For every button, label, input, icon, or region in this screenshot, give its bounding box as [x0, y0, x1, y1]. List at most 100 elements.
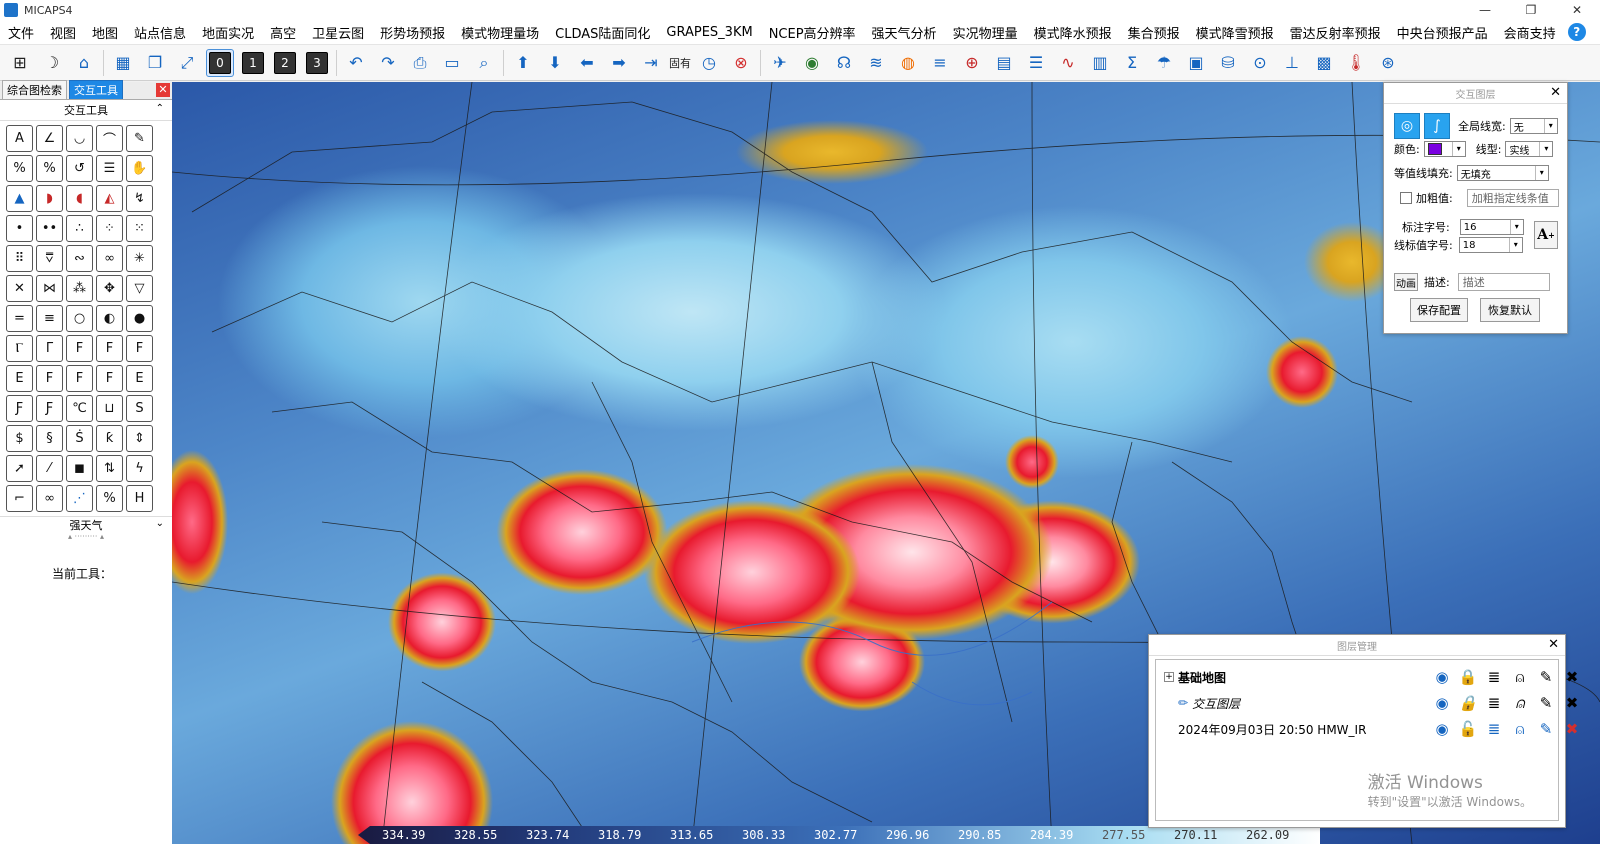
- close-panel-icon[interactable]: ✕: [156, 83, 170, 97]
- drizzle-tool-icon[interactable]: ⩢: [36, 245, 63, 272]
- arrow-down-icon[interactable]: ⬇: [542, 50, 568, 76]
- print-icon[interactable]: ⎙: [407, 50, 433, 76]
- percent-x-tool-icon[interactable]: %: [96, 485, 123, 512]
- station-icon[interactable]: ⊥: [1279, 50, 1305, 76]
- dot-2-tool-icon[interactable]: ••: [36, 215, 63, 242]
- stamp-icon[interactable]: ▩: [1311, 50, 1337, 76]
- barb-8-tool-icon[interactable]: F: [66, 365, 93, 392]
- circle-tool-icon[interactable]: ○: [66, 305, 93, 332]
- layout-grid-icon[interactable]: ▦: [110, 50, 136, 76]
- curve-tool-icon[interactable]: ⌒: [96, 125, 123, 152]
- globe-icon[interactable]: ◍: [895, 50, 921, 76]
- tab-search[interactable]: 综合图检索: [2, 80, 67, 99]
- text-tool-icon[interactable]: A: [6, 125, 33, 152]
- arc-tool-icon[interactable]: ◡: [66, 125, 93, 152]
- s-arrow-tool-icon[interactable]: Ṡ: [66, 425, 93, 452]
- lines-tool-icon[interactable]: ☰: [96, 155, 123, 182]
- menu-severe-weather[interactable]: 强天气分析: [864, 23, 945, 42]
- tab-interactive-tools[interactable]: 交互工具: [69, 80, 123, 99]
- eye-icon[interactable]: ◉: [1430, 718, 1454, 740]
- stationary-front-tool-icon[interactable]: ◭: [96, 185, 123, 212]
- pen-tool-icon[interactable]: ⁄: [36, 455, 63, 482]
- equal-tool-icon[interactable]: =: [6, 305, 33, 332]
- redo-icon[interactable]: ↷: [375, 50, 401, 76]
- occluded-front-tool-icon[interactable]: ◖: [66, 185, 93, 212]
- desc-input[interactable]: 描述: [1457, 273, 1550, 291]
- fog-tool-icon[interactable]: ✥: [96, 275, 123, 302]
- menu-model-physics[interactable]: 模式物理量场: [453, 23, 547, 42]
- snow-tool-icon[interactable]: ✳: [126, 245, 153, 272]
- expand-strong-weather-icon[interactable]: ⌄: [156, 518, 164, 529]
- minimize-button[interactable]: —: [1462, 0, 1508, 20]
- menu-upper-air[interactable]: 高空: [262, 23, 304, 42]
- tornado-icon[interactable]: ≋: [863, 50, 889, 76]
- menu-satellite[interactable]: 卫星云图: [304, 23, 372, 42]
- updown-tool-icon[interactable]: ⇕: [126, 425, 153, 452]
- delete-icon[interactable]: ✖: [1560, 692, 1584, 714]
- degree-tool-icon[interactable]: ℃: [66, 395, 93, 422]
- delete-icon[interactable]: ✖: [1560, 718, 1584, 740]
- hail-tool-icon[interactable]: ⁂: [66, 275, 93, 302]
- global-linewidth-select[interactable]: 无 ▾: [1509, 118, 1558, 134]
- menu-cldas[interactable]: CLDAS陆面同化: [547, 23, 658, 42]
- splitter-grip[interactable]: ▴ ········· ▴: [0, 533, 172, 541]
- menu-model-precip[interactable]: 模式降水预报: [1026, 23, 1120, 42]
- edit-icon[interactable]: ✎: [1534, 718, 1558, 740]
- time-level-2-button[interactable]: 2: [272, 50, 298, 76]
- warm-front-tool-icon[interactable]: ◗: [36, 185, 63, 212]
- arrow-up-icon[interactable]: ⬆: [510, 50, 536, 76]
- save-config-button[interactable]: 保存配置: [1410, 298, 1468, 322]
- barb-12-tool-icon[interactable]: Ƒ: [36, 395, 63, 422]
- stop-icon[interactable]: ⊗: [728, 50, 754, 76]
- bold-checkbox[interactable]: [1400, 192, 1412, 204]
- stats-icon[interactable]: ☰: [1023, 50, 1049, 76]
- layers-icon[interactable]: ≡: [927, 50, 953, 76]
- triple-line-tool-icon[interactable]: ≡: [36, 305, 63, 332]
- s-alt-tool-icon[interactable]: §: [36, 425, 63, 452]
- undo-icon[interactable]: ↶: [343, 50, 369, 76]
- calculator-icon[interactable]: ▥: [1087, 50, 1113, 76]
- menu-station-info[interactable]: 站点信息: [126, 23, 194, 42]
- arrow-left-icon[interactable]: ⬅: [574, 50, 600, 76]
- arrows-tool-icon[interactable]: ⇅: [96, 455, 123, 482]
- fill-shape-tool-icon[interactable]: ◼: [66, 455, 93, 482]
- contour-mode-icon[interactable]: ◎: [1394, 113, 1420, 139]
- line-chart-icon[interactable]: ∿: [1055, 50, 1081, 76]
- half-circle-tool-icon[interactable]: ◐: [96, 305, 123, 332]
- collapse-icon[interactable]: ⌃: [156, 103, 164, 114]
- open-folder-icon[interactable]: ▭: [439, 50, 465, 76]
- menu-consultation[interactable]: 会商支持: [1496, 23, 1564, 42]
- close-window-button[interactable]: ✕: [1554, 0, 1600, 20]
- close-layer-manager-icon[interactable]: ✕: [1548, 637, 1559, 652]
- sand-tool-icon[interactable]: ✕: [6, 275, 33, 302]
- eye-icon[interactable]: ◉: [1430, 692, 1454, 714]
- menu-map[interactable]: 地图: [84, 23, 126, 42]
- database-icon[interactable]: ⛁: [1215, 50, 1241, 76]
- menu-ensemble[interactable]: 集合预报: [1120, 23, 1188, 42]
- mouse-icon[interactable]: ⍝: [1508, 666, 1532, 688]
- dot-1-tool-icon[interactable]: •: [6, 215, 33, 242]
- grid-dots-tool-icon[interactable]: ⠿: [6, 245, 33, 272]
- menu-radar-forecast[interactable]: 雷达反射率预报: [1282, 23, 1389, 42]
- percent-alt-tool-icon[interactable]: %: [36, 155, 63, 182]
- time-level-0-button[interactable]: 0: [206, 48, 234, 77]
- clock-icon[interactable]: ◷: [696, 50, 722, 76]
- layer-row[interactable]: ✏ 交互图层 ◉ 🔒 ≣ ⍝ ✎ ✖: [1164, 690, 1578, 716]
- barb-6-tool-icon[interactable]: E: [6, 365, 33, 392]
- lock-icon[interactable]: 🔒: [1456, 692, 1480, 714]
- squall-tool-icon[interactable]: ∞: [96, 245, 123, 272]
- restore-button[interactable]: ❐: [1508, 0, 1554, 20]
- barb-11-tool-icon[interactable]: Ƒ: [6, 395, 33, 422]
- home-icon[interactable]: ⌂: [71, 50, 97, 76]
- infinity-tool-icon[interactable]: ∞: [36, 485, 63, 512]
- dot-4-tool-icon[interactable]: ⁘: [96, 215, 123, 242]
- barb-3-tool-icon[interactable]: F: [66, 335, 93, 362]
- line-mode-icon[interactable]: ∫: [1424, 113, 1450, 139]
- sum-icon[interactable]: Σ: [1119, 50, 1145, 76]
- menu-grapes[interactable]: GRAPES_3KM: [658, 25, 760, 40]
- legend-icon[interactable]: ≣: [1482, 666, 1506, 688]
- menu-obs-physics[interactable]: 实况物理量: [945, 23, 1026, 42]
- menu-central-products[interactable]: 中央台预报产品: [1389, 23, 1496, 42]
- moon-icon[interactable]: ☽: [39, 50, 65, 76]
- mouse-icon[interactable]: ⍝: [1508, 718, 1532, 740]
